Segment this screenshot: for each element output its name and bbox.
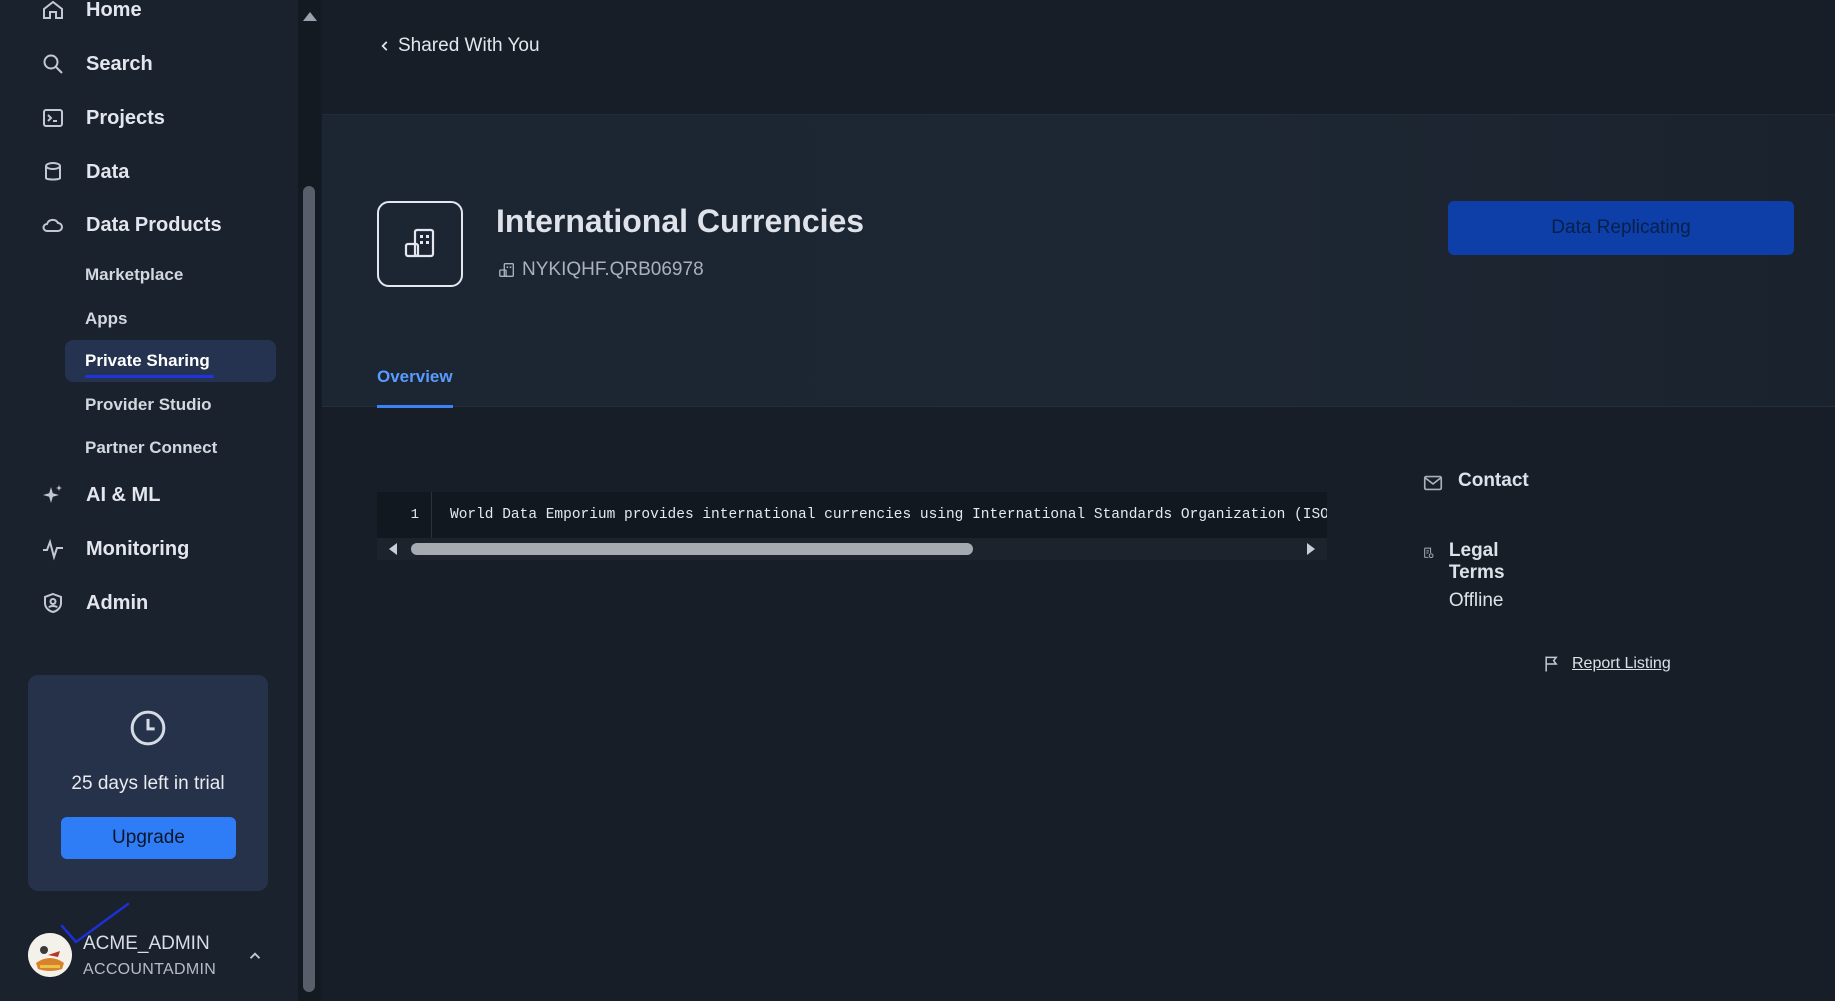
cloud-icon	[40, 212, 66, 238]
trial-card: 25 days left in trial Upgrade	[28, 675, 268, 891]
nav-search-label: Search	[86, 52, 153, 75]
sidebar-item-label: Partner Connect	[85, 438, 218, 457]
nav-ai-ml[interactable]: AI & ML	[40, 475, 160, 515]
listing-identifier: NYKIQHF.QRB06978	[498, 259, 704, 281]
scroll-left-arrow-icon[interactable]	[389, 543, 397, 555]
page-title: International Currencies	[496, 203, 865, 239]
sidebar-item-label: Private Sharing	[85, 351, 214, 378]
back-label: Shared With You	[398, 35, 540, 56]
user-role: ACCOUNTADMIN	[83, 961, 217, 978]
line-number: 1	[377, 492, 432, 538]
sidebar-item-label: Apps	[85, 309, 128, 328]
code-text: World Data Emporium provides internation…	[450, 507, 1327, 523]
home-icon	[40, 0, 66, 23]
listing-header: International Currencies NYKIQHF.QRB0697…	[322, 114, 1835, 408]
search-icon	[40, 51, 66, 77]
sidebar-item-apps[interactable]: Apps	[65, 298, 276, 340]
listing-id-text: NYKIQHF.QRB06978	[522, 259, 704, 280]
upgrade-button[interactable]: Upgrade	[61, 817, 236, 859]
sidebar: Home Search Projects Data Data Products …	[0, 0, 298, 1001]
trial-days-left: 25 days left in trial	[71, 773, 225, 794]
nav-data-label: Data	[86, 160, 130, 183]
nav-monitoring[interactable]: Monitoring	[40, 529, 189, 569]
legal-terms-label: Legal Terms	[1448, 540, 1505, 583]
chevron-left-icon	[381, 41, 388, 51]
scroll-up-arrow-icon[interactable]	[303, 12, 317, 21]
nav-projects[interactable]: Projects	[40, 98, 165, 138]
nav-home-label: Home	[86, 0, 142, 21]
flag-icon	[1545, 656, 1558, 672]
horizontal-scrollbar[interactable]	[377, 538, 1327, 560]
sidebar-scrollbar[interactable]	[298, 0, 320, 1001]
legal-terms-row: Legal Terms Offline	[1422, 540, 1514, 612]
tab-overview[interactable]: Overview	[377, 367, 453, 408]
contact-label: Contact	[1458, 470, 1529, 491]
nav-projects-label: Projects	[86, 106, 165, 129]
shield-user-icon	[40, 590, 66, 616]
document-icon	[1424, 547, 1434, 559]
activity-icon	[40, 536, 66, 562]
nav-admin[interactable]: Admin	[40, 583, 148, 623]
clock-icon	[128, 708, 168, 748]
report-listing-label: Report Listing	[1572, 655, 1671, 672]
nav-search[interactable]: Search	[40, 44, 153, 84]
building-small-icon	[499, 263, 514, 277]
description-code-block: 1 World Data Emporium provides internati…	[377, 492, 1327, 560]
building-icon	[377, 201, 463, 287]
chevron-up-icon	[246, 947, 264, 965]
nav-monitoring-label: Monitoring	[86, 537, 190, 560]
sidebar-item-private-sharing[interactable]: Private Sharing	[65, 340, 276, 382]
nav-ai-ml-label: AI & ML	[86, 483, 161, 506]
scroll-right-arrow-icon[interactable]	[1307, 543, 1315, 555]
nav-data-products-label: Data Products	[86, 213, 222, 236]
mail-icon	[1423, 475, 1443, 491]
horizontal-scrollbar-thumb[interactable]	[411, 543, 973, 555]
user-menu[interactable]: ACME_ADMIN ACCOUNTADMIN	[28, 925, 273, 985]
sidebar-item-partner-connect[interactable]: Partner Connect	[65, 427, 276, 469]
back-to-shared-link[interactable]: Shared With You	[378, 35, 540, 57]
report-listing-link[interactable]: Report Listing	[1542, 654, 1671, 674]
sidebar-item-label: Provider Studio	[85, 395, 212, 414]
code-line: 1 World Data Emporium provides internati…	[377, 492, 1327, 538]
sidebar-item-provider-studio[interactable]: Provider Studio	[65, 384, 276, 426]
scrollbar-thumb[interactable]	[303, 186, 315, 992]
nav-data-products[interactable]: Data Products	[40, 205, 222, 245]
sidebar-item-label: Marketplace	[85, 265, 184, 284]
avatar	[28, 933, 72, 977]
user-name: ACME_ADMIN	[83, 933, 210, 954]
data-replicating-button[interactable]: Data Replicating	[1448, 201, 1794, 255]
sparkle-icon	[40, 482, 66, 508]
database-icon	[40, 159, 66, 185]
nav-admin-label: Admin	[86, 591, 149, 614]
sidebar-item-marketplace[interactable]: Marketplace	[65, 254, 276, 296]
contact-row[interactable]: Contact	[1422, 470, 1529, 494]
nav-data[interactable]: Data	[40, 152, 129, 192]
terminal-icon	[40, 105, 66, 131]
main-content: Shared With You International Currencies…	[322, 0, 1835, 1001]
nav-home[interactable]: Home	[40, 0, 142, 30]
legal-terms-value: Offline	[1448, 590, 1504, 611]
